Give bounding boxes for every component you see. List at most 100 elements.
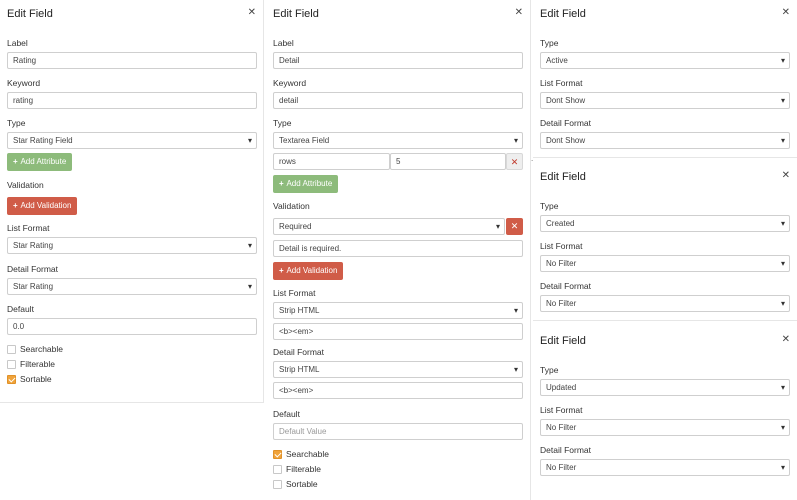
label-label: Label xyxy=(273,38,294,48)
edit-field-panel-created: Edit Field ✕ Type Created List Format No… xyxy=(533,163,797,321)
searchable-checkbox[interactable]: Searchable xyxy=(7,344,63,354)
type-label: Type xyxy=(7,118,26,128)
sortable-checkbox[interactable]: Sortable xyxy=(7,374,52,384)
list-format-value: Dont Show xyxy=(546,96,586,105)
validation-message-input[interactable]: Detail is required. xyxy=(273,240,523,257)
detail-format-label: Detail Format xyxy=(540,118,592,128)
detail-format-select[interactable]: No Filter xyxy=(540,295,790,312)
filterable-checkbox[interactable]: Filterable xyxy=(273,464,321,474)
close-icon[interactable]: ✕ xyxy=(782,7,790,18)
close-icon[interactable]: ✕ xyxy=(515,7,523,18)
close-icon[interactable]: ✕ xyxy=(248,7,256,18)
default-input[interactable]: Default Value xyxy=(273,423,523,440)
list-format-label: List Format xyxy=(540,78,583,88)
add-validation-button[interactable]: + Add Validation xyxy=(7,197,78,215)
add-validation-label: Add Validation xyxy=(286,266,338,275)
close-icon[interactable]: ✕ xyxy=(782,170,790,181)
keyword-input[interactable]: rating xyxy=(7,92,257,109)
detail-format-select[interactable]: No Filter xyxy=(540,459,790,476)
list-format-label: List Format xyxy=(7,223,50,233)
list-format-tags-input[interactable]: <b><em> xyxy=(273,323,523,340)
checkbox-label: Searchable xyxy=(286,449,330,459)
searchable-checkbox[interactable]: Searchable xyxy=(273,449,329,459)
detail-format-value: No Filter xyxy=(546,299,577,308)
type-select[interactable]: Active xyxy=(540,52,790,69)
plus-icon: + xyxy=(279,179,284,188)
detail-format-select[interactable]: Strip HTML xyxy=(273,361,523,378)
checkbox-label: Filterable xyxy=(20,359,55,369)
edit-field-panel-active: Edit Field ✕ Type Active List Format Don… xyxy=(533,0,797,158)
add-attribute-label: Add Attribute xyxy=(286,179,333,188)
detail-format-label: Detail Format xyxy=(273,347,325,357)
type-select[interactable]: Created xyxy=(540,215,790,232)
panel-title: Edit Field xyxy=(540,335,586,347)
list-format-value: No Filter xyxy=(546,259,577,268)
checkbox-box-checked xyxy=(7,374,16,384)
type-select[interactable]: Star Rating Field xyxy=(7,132,257,149)
filterable-checkbox[interactable]: Filterable xyxy=(7,359,55,369)
type-label: Type xyxy=(540,38,559,48)
validation-label: Validation xyxy=(273,201,310,211)
detail-format-label: Detail Format xyxy=(540,445,592,455)
add-attribute-label: Add Attribute xyxy=(20,157,67,166)
detail-format-value: Dont Show xyxy=(546,136,586,145)
checkbox-box xyxy=(273,464,282,474)
detail-format-value: Star Rating xyxy=(13,282,54,291)
detail-format-label: Detail Format xyxy=(540,281,592,291)
checkbox-label: Sortable xyxy=(20,374,52,384)
list-format-select[interactable]: Dont Show xyxy=(540,92,790,109)
type-select-value: Updated xyxy=(546,383,577,392)
edit-field-panel-updated: Edit Field ✕ Type Updated List Format No… xyxy=(533,327,797,487)
checkbox-box xyxy=(7,344,16,354)
default-label: Default xyxy=(273,409,300,419)
type-select[interactable]: Updated xyxy=(540,379,790,396)
close-icon[interactable]: ✕ xyxy=(782,334,790,345)
edit-field-panel-detail: Edit Field ✕ Label Detail Keyword detail… xyxy=(266,0,531,500)
remove-validation-icon[interactable]: ✕ xyxy=(506,218,523,235)
detail-format-tags-input[interactable]: <b><em> xyxy=(273,382,523,399)
list-format-select[interactable]: No Filter xyxy=(540,419,790,436)
type-select-value: Active xyxy=(546,56,568,65)
type-select-value: Textarea Field xyxy=(279,136,330,145)
type-select[interactable]: Textarea Field xyxy=(273,132,523,149)
list-format-label: List Format xyxy=(273,288,316,298)
checkbox-box xyxy=(273,479,282,489)
panel-title: Edit Field xyxy=(273,8,319,20)
list-format-label: List Format xyxy=(540,405,583,415)
panel-title: Edit Field xyxy=(540,171,586,183)
checkbox-label: Sortable xyxy=(286,479,318,489)
panel-title: Edit Field xyxy=(540,8,586,20)
detail-format-label: Detail Format xyxy=(7,264,59,274)
attribute-value-input[interactable]: 5 xyxy=(390,153,506,170)
list-format-value: Strip HTML xyxy=(279,306,320,315)
add-validation-button[interactable]: + Add Validation xyxy=(273,262,344,280)
checkbox-box-checked xyxy=(273,449,282,459)
keyword-label: Keyword xyxy=(7,78,41,88)
default-input[interactable]: 0.0 xyxy=(7,318,257,335)
add-attribute-button[interactable]: + Add Attribute xyxy=(273,175,339,193)
detail-format-select[interactable]: Dont Show xyxy=(540,132,790,149)
add-validation-label: Add Validation xyxy=(20,201,72,210)
list-format-select[interactable]: Strip HTML xyxy=(273,302,523,319)
type-label: Type xyxy=(273,118,292,128)
list-format-select[interactable]: No Filter xyxy=(540,255,790,272)
list-format-label: List Format xyxy=(540,241,583,251)
label-input[interactable]: Detail xyxy=(273,52,523,69)
list-format-value: Star Rating xyxy=(13,241,54,250)
detail-format-select[interactable]: Star Rating xyxy=(7,278,257,295)
detail-format-value: Strip HTML xyxy=(279,365,320,374)
list-format-select[interactable]: Star Rating xyxy=(7,237,257,254)
keyword-input[interactable]: detail xyxy=(273,92,523,109)
sortable-checkbox[interactable]: Sortable xyxy=(273,479,318,489)
list-format-value: No Filter xyxy=(546,423,577,432)
panel-title: Edit Field xyxy=(7,8,53,20)
remove-attribute-icon[interactable]: ✕ xyxy=(506,153,523,170)
validation-select[interactable]: Required xyxy=(273,218,505,235)
add-attribute-button[interactable]: + Add Attribute xyxy=(7,153,73,171)
attribute-name-input[interactable]: rows xyxy=(273,153,390,170)
label-input[interactable]: Rating xyxy=(7,52,257,69)
edit-field-panel-rating: Edit Field ✕ Label Rating Keyword rating… xyxy=(0,0,264,403)
type-select-value: Created xyxy=(546,219,575,228)
detail-format-value: No Filter xyxy=(546,463,577,472)
label-label: Label xyxy=(7,38,28,48)
